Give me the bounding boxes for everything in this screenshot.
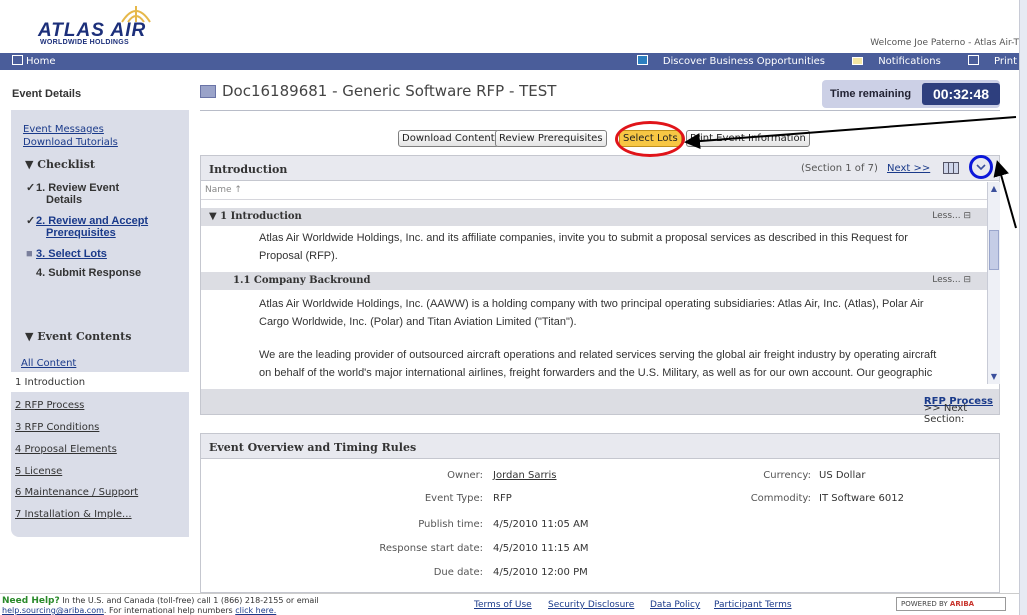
help-text-line-2: help.sourcing@ariba.com. For internation… — [2, 606, 276, 615]
annotation-arrows — [684, 116, 1017, 229]
arrow-to-select-lots — [684, 116, 1017, 150]
window-scrollbar[interactable] — [1019, 0, 1027, 615]
help-text-line-1: Need Help? In the U.S. and Canada (toll-… — [2, 596, 319, 606]
arrow-to-chevron — [993, 160, 1017, 229]
powered-by-label: POWERED BY — [901, 600, 948, 608]
help-email-link[interactable]: help.sourcing@ariba.com — [2, 606, 104, 615]
click-here-link[interactable]: click here. — [235, 606, 276, 615]
help-text-2: . For international help numbers — [103, 606, 233, 615]
terms-of-use-link[interactable]: Terms of Use — [474, 600, 532, 610]
footer: Need Help? In the U.S. and Canada (toll-… — [0, 593, 1019, 615]
help-text: In the U.S. and Canada (toll-free) call … — [62, 596, 319, 605]
data-policy-link[interactable]: Data Policy — [650, 600, 700, 610]
participant-terms-link[interactable]: Participant Terms — [714, 600, 792, 610]
security-disclosure-link[interactable]: Security Disclosure — [548, 600, 634, 610]
ariba-logo: ARIBA — [949, 600, 975, 608]
powered-by-ariba-badge: POWERED BY ARIBA — [896, 597, 1006, 611]
need-help-label: Need Help? — [2, 596, 60, 606]
